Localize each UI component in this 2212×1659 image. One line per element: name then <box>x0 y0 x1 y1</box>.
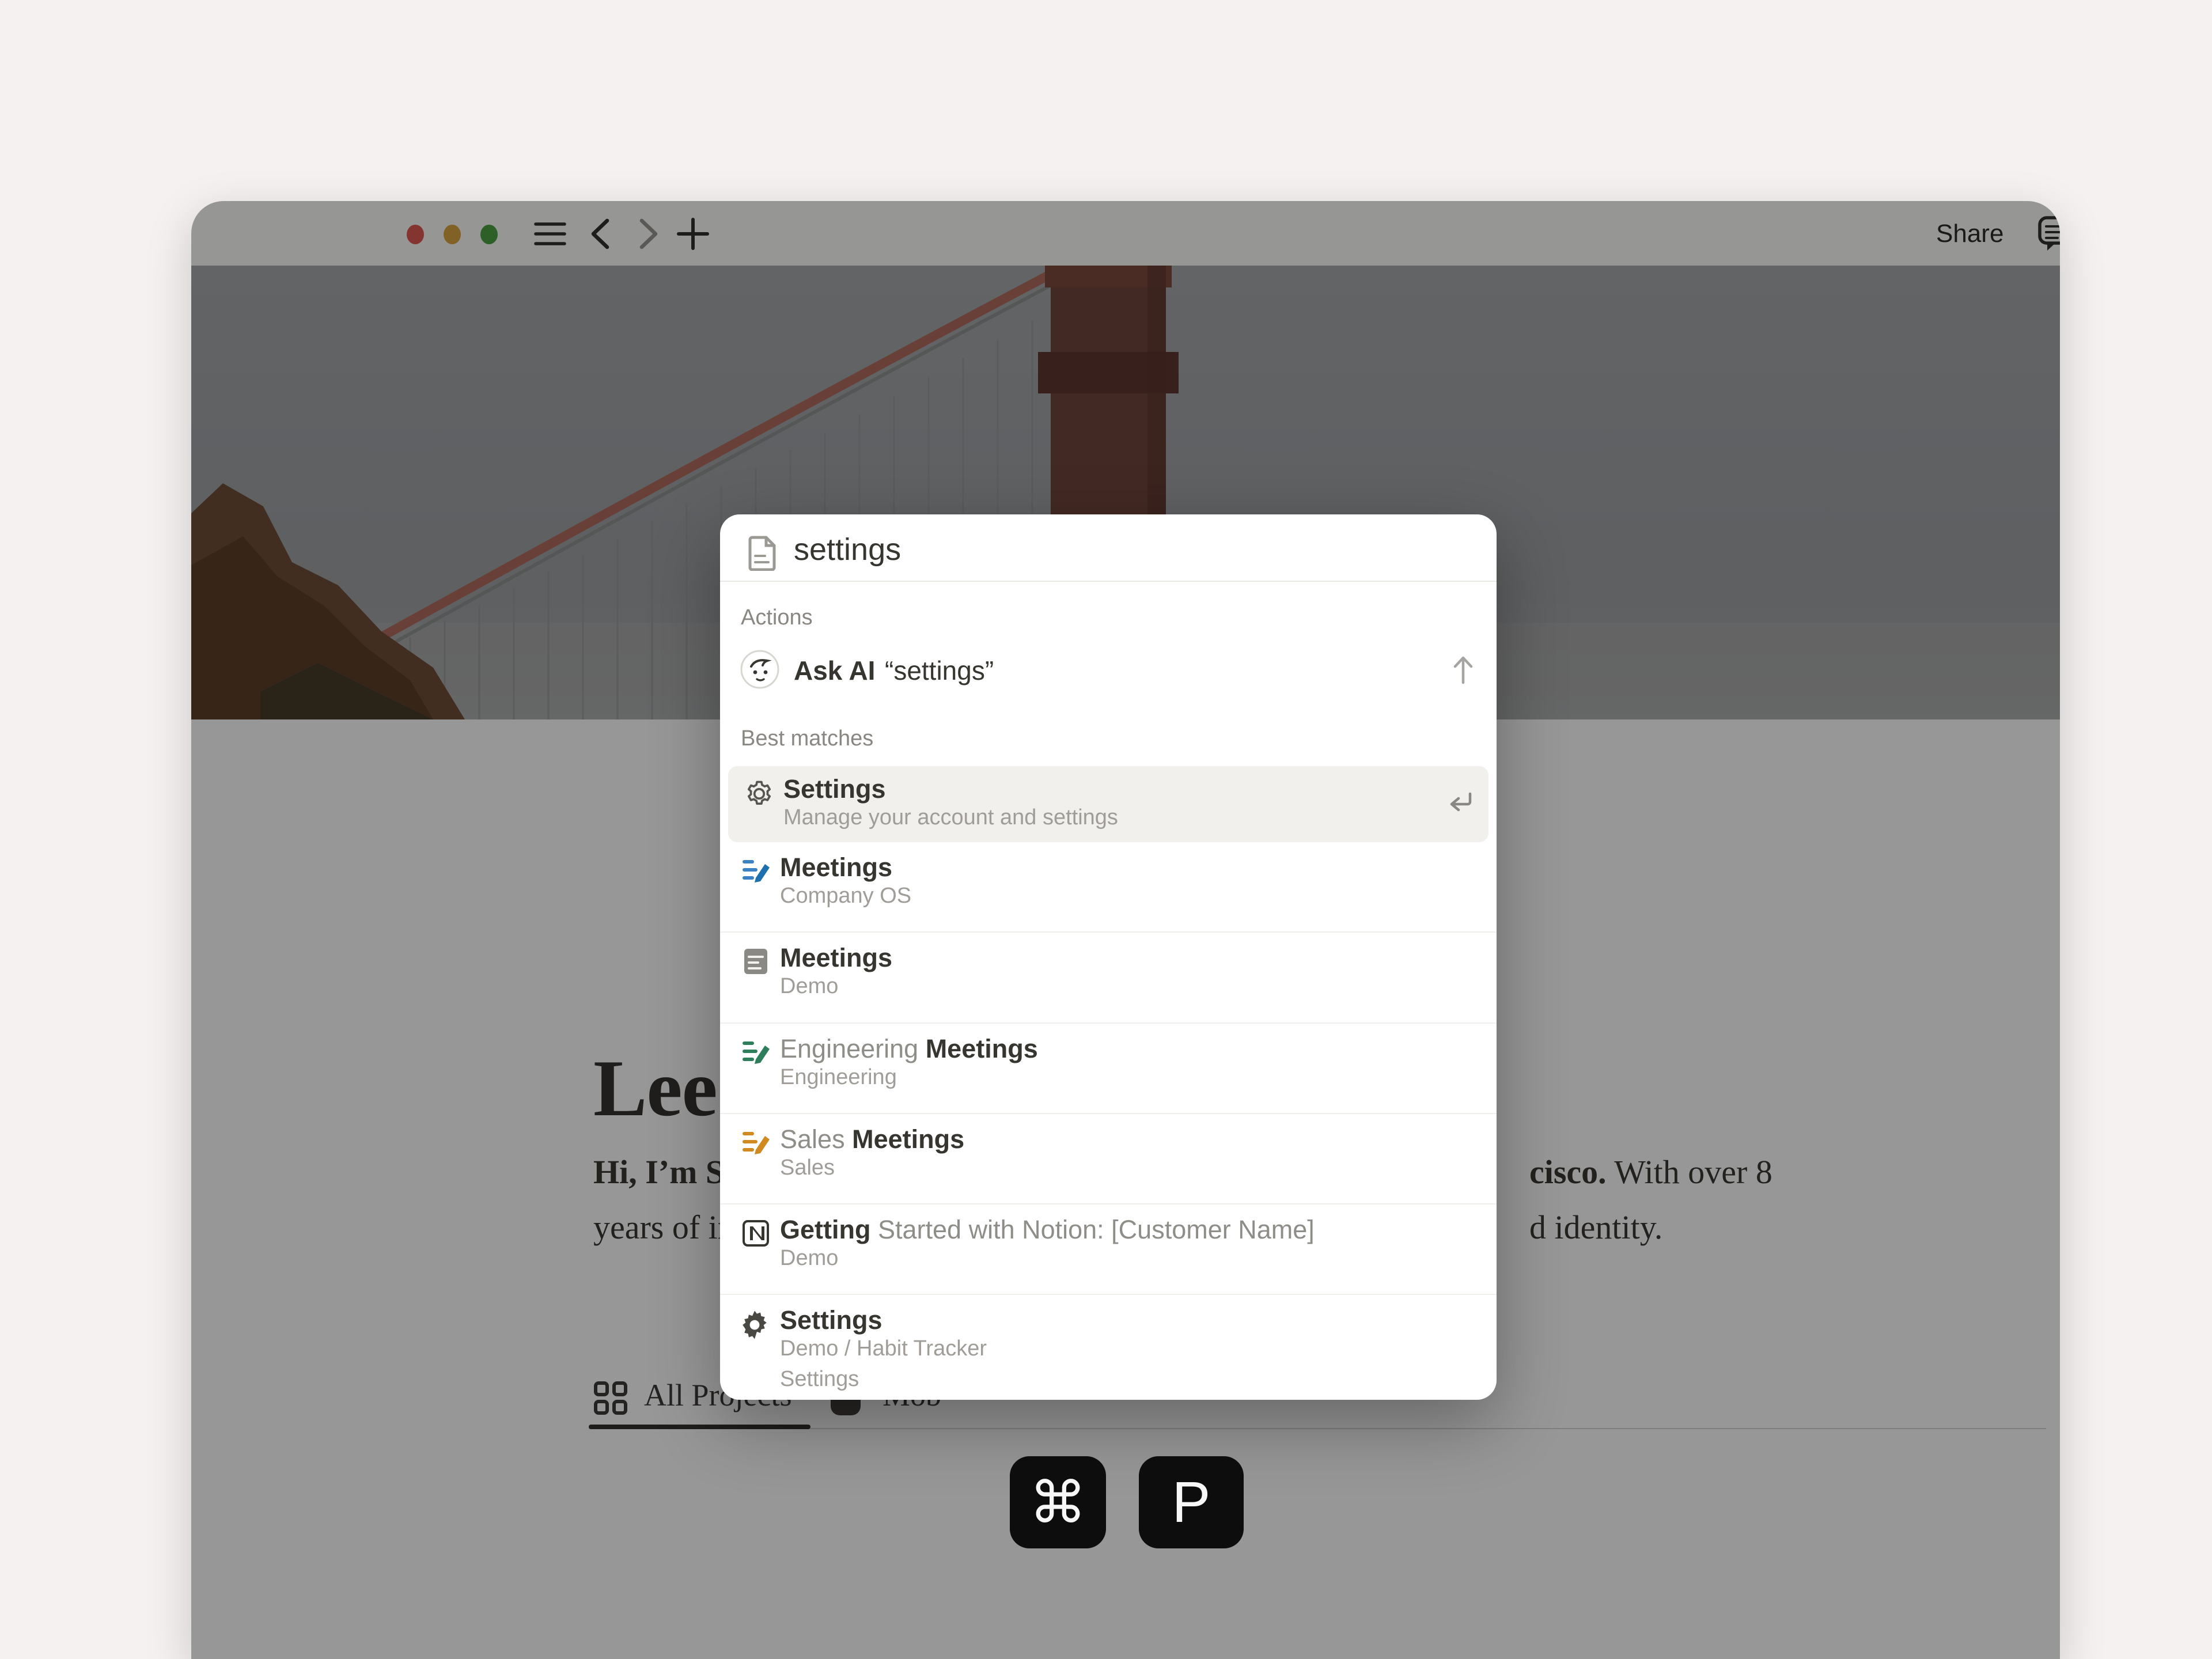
result-subtitle: Demo <box>780 1246 838 1271</box>
search-divider <box>720 581 1497 582</box>
p-key-glyph: P <box>1172 1469 1211 1536</box>
meeting-notes-orange-icon <box>741 1128 771 1158</box>
result-sales-meetings[interactable]: Sales Meetings Sales <box>720 1123 1497 1204</box>
gear-icon <box>744 779 774 809</box>
gear-solid-icon <box>738 1309 771 1341</box>
result-settings-habit-tracker[interactable]: Settings Demo / Habit Tracker Settings <box>720 1304 1497 1400</box>
document-gray-icon <box>741 946 771 976</box>
result-title-muted: Engineering <box>780 1034 926 1063</box>
result-title: Meetings <box>780 943 892 973</box>
result-subtitle: Demo / Habit Tracker <box>780 1336 987 1361</box>
ask-ai-row[interactable]: Ask AI “settings” <box>720 645 1497 700</box>
result-getting-started[interactable]: Getting Started with Notion: [Customer N… <box>720 1214 1497 1294</box>
row-divider <box>720 1022 1497 1024</box>
result-title: Settings <box>780 1305 882 1335</box>
ask-ai-query: “settings” <box>885 655 994 686</box>
result-title: Engineering Meetings <box>780 1034 1038 1064</box>
enter-key-icon <box>1447 790 1475 816</box>
row-divider <box>720 1113 1497 1114</box>
row-divider <box>720 1203 1497 1205</box>
result-subtitle: Company OS <box>780 884 911 908</box>
meeting-notes-blue-icon <box>741 856 771 886</box>
actions-section-label: Actions <box>741 605 813 630</box>
row-divider <box>720 931 1497 933</box>
ask-ai-label: Ask AI <box>794 655 875 686</box>
result-settings-selected[interactable]: Settings Manage your account and setting… <box>728 766 1488 842</box>
result-subtitle: Demo <box>780 974 838 999</box>
result-subtitle: Sales <box>780 1156 835 1180</box>
page-document-icon <box>748 535 778 571</box>
result-title-match: Meetings <box>926 1034 1038 1063</box>
up-arrow-icon <box>1450 655 1476 685</box>
row-divider <box>720 1294 1497 1295</box>
result-title: Sales Meetings <box>780 1124 964 1154</box>
result-title-muted: Started with Notion: [Customer Name] <box>870 1215 1314 1244</box>
result-subtitle: Manage your account and settings <box>783 805 1118 830</box>
meeting-notes-green-icon <box>741 1037 771 1067</box>
notion-logo-icon <box>741 1218 771 1248</box>
result-title: Meetings <box>780 853 892 882</box>
p-keycap: P <box>1139 1456 1244 1548</box>
result-title: Getting Started with Notion: [Customer N… <box>780 1215 1315 1245</box>
result-subtitle: Engineering <box>780 1065 897 1090</box>
result-title: Settings <box>783 774 886 804</box>
search-input[interactable]: settings <box>794 532 901 567</box>
best-matches-section-label: Best matches <box>741 726 873 751</box>
result-subtitle-extra: Settings <box>780 1367 859 1392</box>
result-engineering-meetings[interactable]: Engineering Meetings Engineering <box>720 1033 1497 1113</box>
result-title-match: Getting <box>780 1215 870 1244</box>
result-meetings-demo[interactable]: Meetings Demo <box>720 942 1497 1022</box>
search-modal: settings Actions Ask AI “settings” Best … <box>720 514 1497 1400</box>
result-title-muted: Sales <box>780 1124 852 1154</box>
cmd-key-glyph: ⌘ <box>1029 1469 1087 1536</box>
result-title-match: Meetings <box>852 1124 964 1154</box>
notion-ai-face-icon <box>740 649 780 690</box>
screenshot-stage: Share <box>0 0 2212 1659</box>
cmd-keycap: ⌘ <box>1010 1456 1106 1548</box>
result-meetings-companyos[interactable]: Meetings Company OS <box>720 851 1497 932</box>
